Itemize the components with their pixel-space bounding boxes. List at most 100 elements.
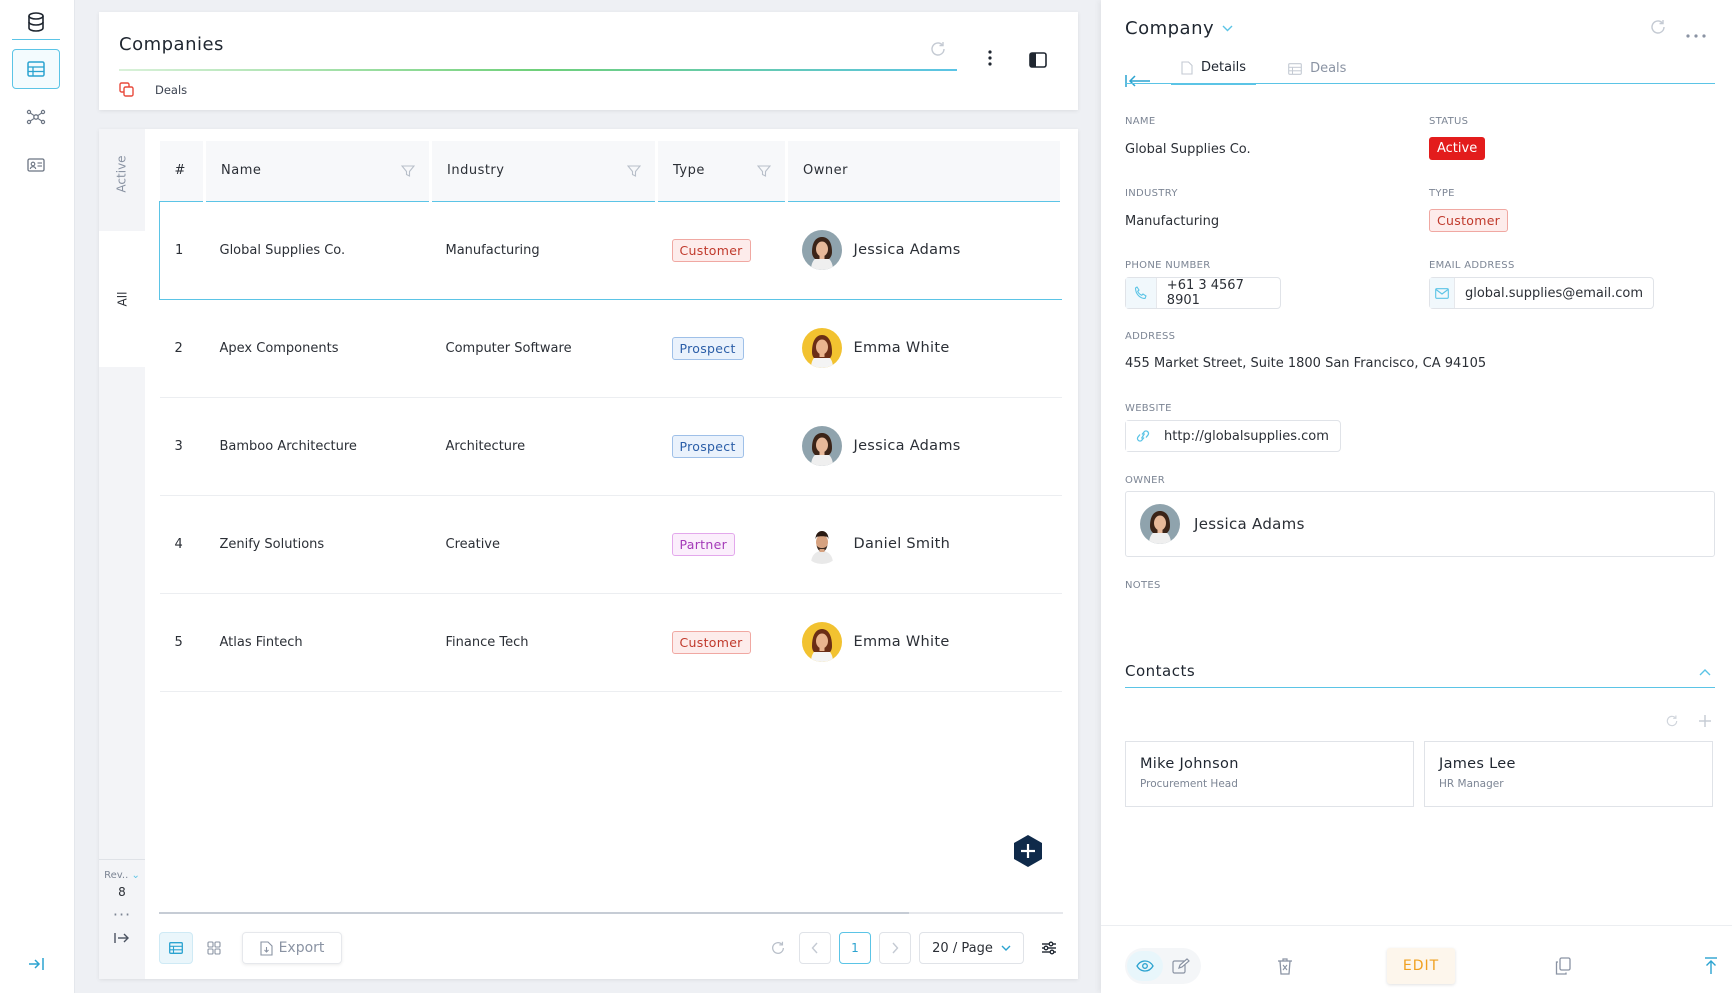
phone-icon bbox=[1126, 278, 1157, 308]
column-header-name[interactable]: Name bbox=[204, 141, 432, 201]
rail-divider bbox=[12, 39, 60, 40]
add-record-button[interactable] bbox=[1012, 834, 1044, 872]
table-row[interactable]: 1 Global Supplies Co. Manufacturing Cust… bbox=[159, 200, 1062, 300]
contact-card[interactable]: James Lee HR Manager bbox=[1424, 741, 1713, 807]
table-row[interactable]: 5 Atlas Fintech Finance Tech Customer Em… bbox=[159, 593, 1062, 692]
notes-label: NOTES bbox=[1125, 580, 1161, 591]
trash-icon bbox=[1278, 958, 1292, 975]
owner-name: Jessica Adams bbox=[1194, 515, 1305, 533]
chevron-down-icon bbox=[1222, 25, 1233, 32]
owner-name: Emma White bbox=[853, 634, 950, 650]
plus-icon[interactable] bbox=[1698, 714, 1712, 732]
phone-field[interactable]: +61 3 4567 8901 bbox=[1125, 277, 1281, 309]
table-row[interactable]: 2 Apex Components Computer Software Pros… bbox=[159, 299, 1062, 398]
filter-icon[interactable] bbox=[401, 164, 415, 178]
company-name: Apex Components bbox=[204, 299, 431, 398]
more-horizontal-icon[interactable]: ··· bbox=[99, 905, 145, 924]
company-name: Global Supplies Co. bbox=[204, 200, 431, 300]
filter-icon[interactable] bbox=[627, 164, 641, 178]
scroll-to-top-button[interactable] bbox=[1695, 948, 1727, 984]
refresh-icon[interactable] bbox=[1649, 18, 1667, 40]
contact-card[interactable]: Mike Johnson Procurement Head bbox=[1125, 741, 1414, 807]
column-settings-icon[interactable] bbox=[1034, 932, 1064, 964]
grid-view-button[interactable] bbox=[199, 932, 229, 964]
filter-icon[interactable] bbox=[757, 164, 771, 178]
type-badge: Prospect bbox=[671, 434, 744, 458]
website-field[interactable]: http://globalsupplies.com bbox=[1125, 420, 1341, 452]
revision-indicator[interactable]: Rev.. ⌄ 8 ··· bbox=[99, 859, 145, 947]
copy-icon bbox=[1555, 957, 1571, 975]
list-header: Companies Deals bbox=[99, 12, 1078, 110]
chevron-left-icon bbox=[811, 942, 818, 954]
delete-button[interactable] bbox=[1269, 948, 1301, 984]
copy-button[interactable] bbox=[1547, 948, 1579, 984]
avatar bbox=[801, 524, 842, 564]
more-horizontal-icon[interactable] bbox=[1686, 26, 1706, 42]
refresh-icon[interactable] bbox=[1665, 714, 1679, 732]
collapse-right-icon[interactable] bbox=[12, 944, 60, 984]
side-panel-icon[interactable] bbox=[1029, 52, 1047, 72]
contacts-heading[interactable]: Contacts bbox=[1125, 662, 1195, 680]
page-size-select[interactable]: 20 / Page bbox=[919, 932, 1024, 964]
industry-value: Manufacturing bbox=[1125, 214, 1220, 229]
owner-cell: Jessica Adams bbox=[801, 230, 1062, 270]
table-row[interactable]: 3 Bamboo Architecture Architecture Prosp… bbox=[159, 397, 1062, 496]
refresh-icon[interactable] bbox=[929, 40, 947, 62]
email-field[interactable]: global.supplies@email.com bbox=[1429, 277, 1654, 309]
contact-role: HR Manager bbox=[1439, 778, 1504, 790]
column-header-num: # bbox=[159, 141, 206, 201]
column-header-industry[interactable]: Industry bbox=[430, 141, 658, 201]
owner-cell: Emma White bbox=[801, 328, 1062, 368]
table-icon[interactable] bbox=[12, 49, 60, 89]
breadcrumb[interactable]: Deals bbox=[155, 83, 187, 97]
avatar bbox=[801, 622, 842, 662]
table-view-button[interactable] bbox=[159, 932, 193, 964]
page-number-button[interactable]: 1 bbox=[839, 932, 871, 964]
contacts-underline bbox=[1125, 687, 1715, 688]
avatar bbox=[801, 230, 842, 270]
detail-title[interactable]: Company bbox=[1125, 18, 1233, 39]
owner-name: Daniel Smith bbox=[853, 536, 951, 552]
export-button[interactable]: Export bbox=[242, 932, 342, 964]
contact-card-icon[interactable] bbox=[12, 145, 60, 185]
company-industry: Creative bbox=[430, 495, 657, 594]
tab-details[interactable]: Details bbox=[1171, 58, 1257, 85]
company-industry: Computer Software bbox=[430, 299, 657, 398]
eye-icon[interactable] bbox=[1127, 951, 1163, 981]
owner-label: OWNER bbox=[1125, 475, 1166, 486]
detail-panel: Company Details Deals NAME Global Suppli… bbox=[1101, 0, 1732, 993]
address-value: 455 Market Street, Suite 1800 San Franci… bbox=[1125, 356, 1487, 371]
more-vertical-icon[interactable] bbox=[987, 50, 993, 70]
type-badge: Customer bbox=[671, 630, 751, 654]
table-row[interactable]: 4 Zenify Solutions Creative Partner Dani… bbox=[159, 495, 1062, 594]
tab-deals[interactable]: Deals bbox=[1278, 58, 1356, 85]
phone-value: +61 3 4567 8901 bbox=[1166, 278, 1244, 308]
network-icon[interactable] bbox=[12, 97, 60, 137]
link-icon bbox=[1126, 421, 1160, 451]
export-file-icon bbox=[260, 940, 273, 956]
expand-icon[interactable] bbox=[99, 932, 145, 947]
chevron-up-icon[interactable] bbox=[1699, 664, 1711, 680]
refresh-icon[interactable] bbox=[763, 932, 793, 964]
database-icon[interactable] bbox=[12, 2, 60, 42]
scrollbar-thumb[interactable] bbox=[159, 912, 909, 914]
edit-button[interactable]: EDIT bbox=[1387, 948, 1455, 984]
arrow-up-icon bbox=[1705, 957, 1717, 974]
detail-footer: EDIT bbox=[1101, 925, 1732, 993]
view-mode-toggle[interactable] bbox=[1125, 948, 1201, 984]
owner-field[interactable]: Jessica Adams bbox=[1125, 491, 1715, 557]
type-badge: Partner bbox=[671, 532, 736, 556]
grid-icon bbox=[207, 941, 221, 955]
email-label: EMAIL ADDRESS bbox=[1429, 260, 1515, 271]
edit-icon[interactable] bbox=[1163, 951, 1199, 981]
column-header-owner[interactable]: Owner bbox=[786, 141, 1063, 201]
next-page-button[interactable] bbox=[879, 932, 911, 964]
tab-all[interactable]: All bbox=[99, 231, 145, 367]
tab-active[interactable]: Active bbox=[99, 129, 145, 219]
company-industry: Manufacturing bbox=[430, 200, 657, 300]
column-header-type[interactable]: Type bbox=[656, 141, 788, 201]
type-badge: Customer bbox=[1429, 209, 1509, 232]
previous-page-button[interactable] bbox=[799, 932, 831, 964]
company-industry: Finance Tech bbox=[430, 593, 657, 692]
table-icon bbox=[169, 942, 183, 954]
